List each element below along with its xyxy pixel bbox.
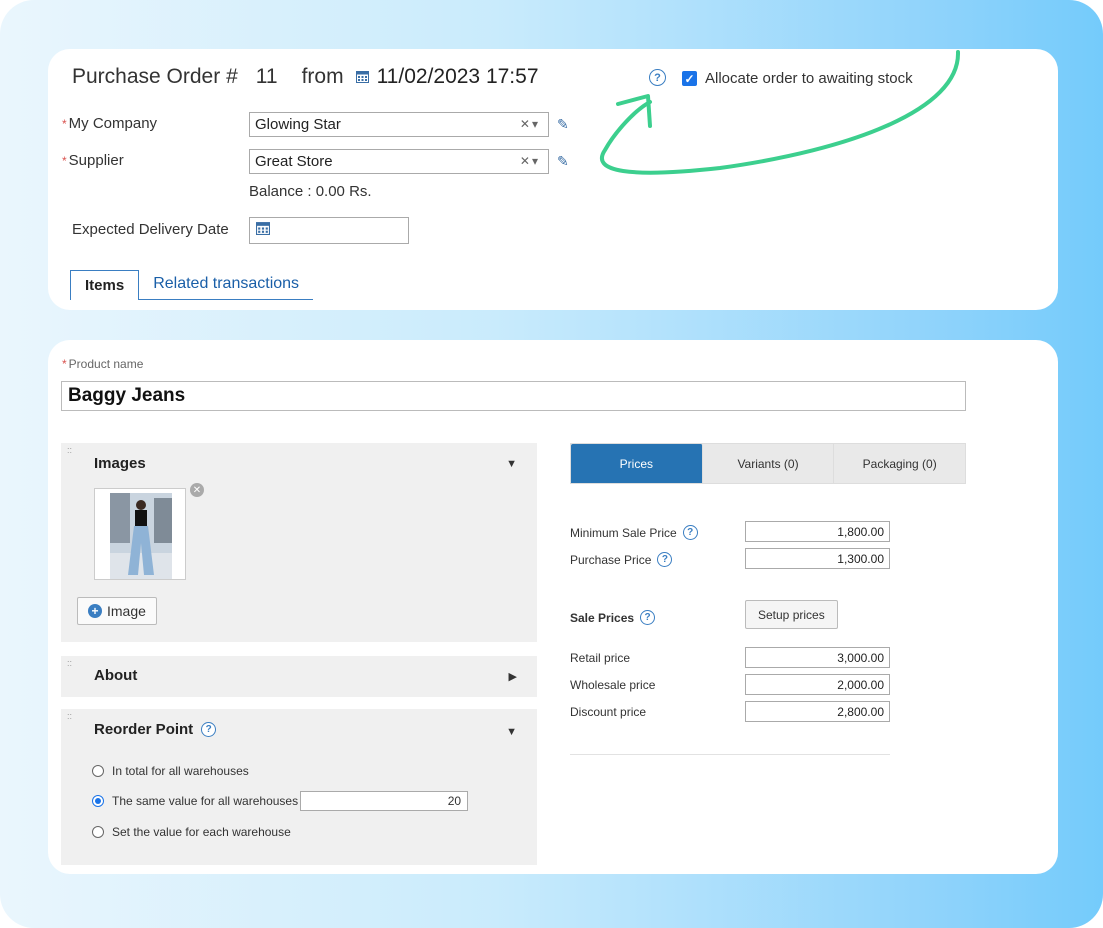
radio-button[interactable] [92, 826, 104, 838]
remove-image-icon[interactable]: ✕ [190, 483, 204, 497]
clear-dropdown-icon[interactable]: ✕▾ [520, 154, 540, 168]
purchase-price-label: Purchase Price ? [570, 552, 673, 567]
expand-arrow-icon[interactable]: ▶ [509, 670, 517, 683]
about-title: About [94, 667, 138, 684]
collapse-arrow-icon[interactable]: ▼ [506, 726, 517, 738]
calendar-icon [256, 222, 270, 235]
my-company-select[interactable]: Glowing Star ✕▾ [249, 112, 549, 137]
product-name-label: * Product name [62, 357, 144, 371]
reorder-option-total[interactable]: In total for all warehouses [92, 764, 249, 778]
reorder-option-same[interactable]: The same value for all warehouses 20 [92, 791, 469, 811]
plus-icon: + [88, 604, 102, 618]
help-icon[interactable]: ? [682, 525, 698, 540]
calendar-icon[interactable] [355, 65, 369, 89]
collapse-arrow-icon[interactable]: ▼ [506, 458, 517, 470]
minimum-sale-price-input[interactable]: 1,800.00 [745, 521, 890, 542]
tab-packaging[interactable]: Packaging (0) [834, 444, 965, 483]
discount-price-label: Discount price [570, 705, 647, 719]
po-from-label: from [301, 65, 344, 88]
divider [570, 754, 890, 755]
allocate-checkbox[interactable]: ✓ [682, 71, 697, 86]
wholesale-price-label: Wholesale price [570, 678, 656, 692]
minimum-sale-price-label: Minimum Sale Price ? [570, 525, 698, 540]
supplier-label: * Supplier [62, 152, 124, 169]
expected-delivery-label: Expected Delivery Date [72, 221, 229, 238]
tab-items[interactable]: Items [70, 270, 140, 300]
add-image-button[interactable]: + Image [77, 597, 157, 625]
page-title: Purchase Order # 11 from 11/02/2023 17:5… [72, 65, 539, 89]
drag-handle-icon[interactable]: :: [67, 712, 72, 721]
reorder-point-title: Reorder Point ? [94, 721, 217, 738]
order-tabs: Items Related transactions [70, 269, 314, 300]
product-name-input[interactable]: Baggy Jeans [61, 381, 966, 411]
product-card: * Product name Baggy Jeans :: Images ▼ ✕ … [48, 340, 1058, 874]
sale-prices-label: Sale Prices ? [570, 610, 656, 625]
radio-button[interactable] [92, 765, 104, 777]
about-panel[interactable]: :: About ▶ [61, 656, 537, 697]
reorder-value-input[interactable]: 20 [300, 791, 469, 811]
setup-prices-button[interactable]: Setup prices [745, 600, 838, 629]
expected-delivery-input[interactable] [249, 217, 409, 244]
reorder-point-panel: :: Reorder Point ? ▼ In total for all wa… [61, 709, 537, 865]
reorder-option-each[interactable]: Set the value for each warehouse [92, 825, 291, 839]
tab-variants[interactable]: Variants (0) [703, 444, 835, 483]
allocate-label[interactable]: Allocate order to awaiting stock [705, 70, 913, 87]
images-title: Images [94, 455, 146, 472]
edit-pencil-icon[interactable]: ✎ [557, 116, 569, 133]
my-company-label: * My Company [62, 115, 158, 132]
help-icon[interactable]: ? [201, 722, 217, 737]
product-image-thumbnail[interactable] [94, 488, 186, 580]
retail-price-input[interactable]: 3,000.00 [745, 647, 890, 668]
tab-related-transactions[interactable]: Related transactions [139, 269, 314, 300]
product-tabs: Prices Variants (0) Packaging (0) [570, 443, 966, 484]
images-panel: :: Images ▼ ✕ + Image [61, 443, 537, 642]
purchase-price-input[interactable]: 1,300.00 [745, 548, 890, 569]
purchase-order-card: Purchase Order # 11 from 11/02/2023 17:5… [48, 49, 1058, 310]
tab-prices[interactable]: Prices [571, 444, 703, 483]
help-icon[interactable]: ? [640, 610, 656, 625]
retail-price-label: Retail price [570, 651, 631, 665]
wholesale-price-input[interactable]: 2,000.00 [745, 674, 890, 695]
radio-button[interactable] [92, 795, 104, 807]
help-icon[interactable]: ? [649, 69, 666, 86]
supplier-select[interactable]: Great Store ✕▾ [249, 149, 549, 174]
help-icon[interactable]: ? [657, 552, 673, 567]
discount-price-input[interactable]: 2,800.00 [745, 701, 890, 722]
po-datetime[interactable]: 11/02/2023 17:57 [377, 65, 539, 89]
drag-handle-icon[interactable]: :: [67, 659, 72, 668]
po-title-label: Purchase Order # [72, 65, 238, 88]
edit-pencil-icon[interactable]: ✎ [557, 153, 569, 170]
drag-handle-icon[interactable]: :: [67, 446, 72, 455]
clear-dropdown-icon[interactable]: ✕▾ [520, 117, 540, 131]
po-number: 11 [255, 65, 278, 88]
supplier-balance: Balance : 0.00 Rs. [249, 183, 372, 200]
